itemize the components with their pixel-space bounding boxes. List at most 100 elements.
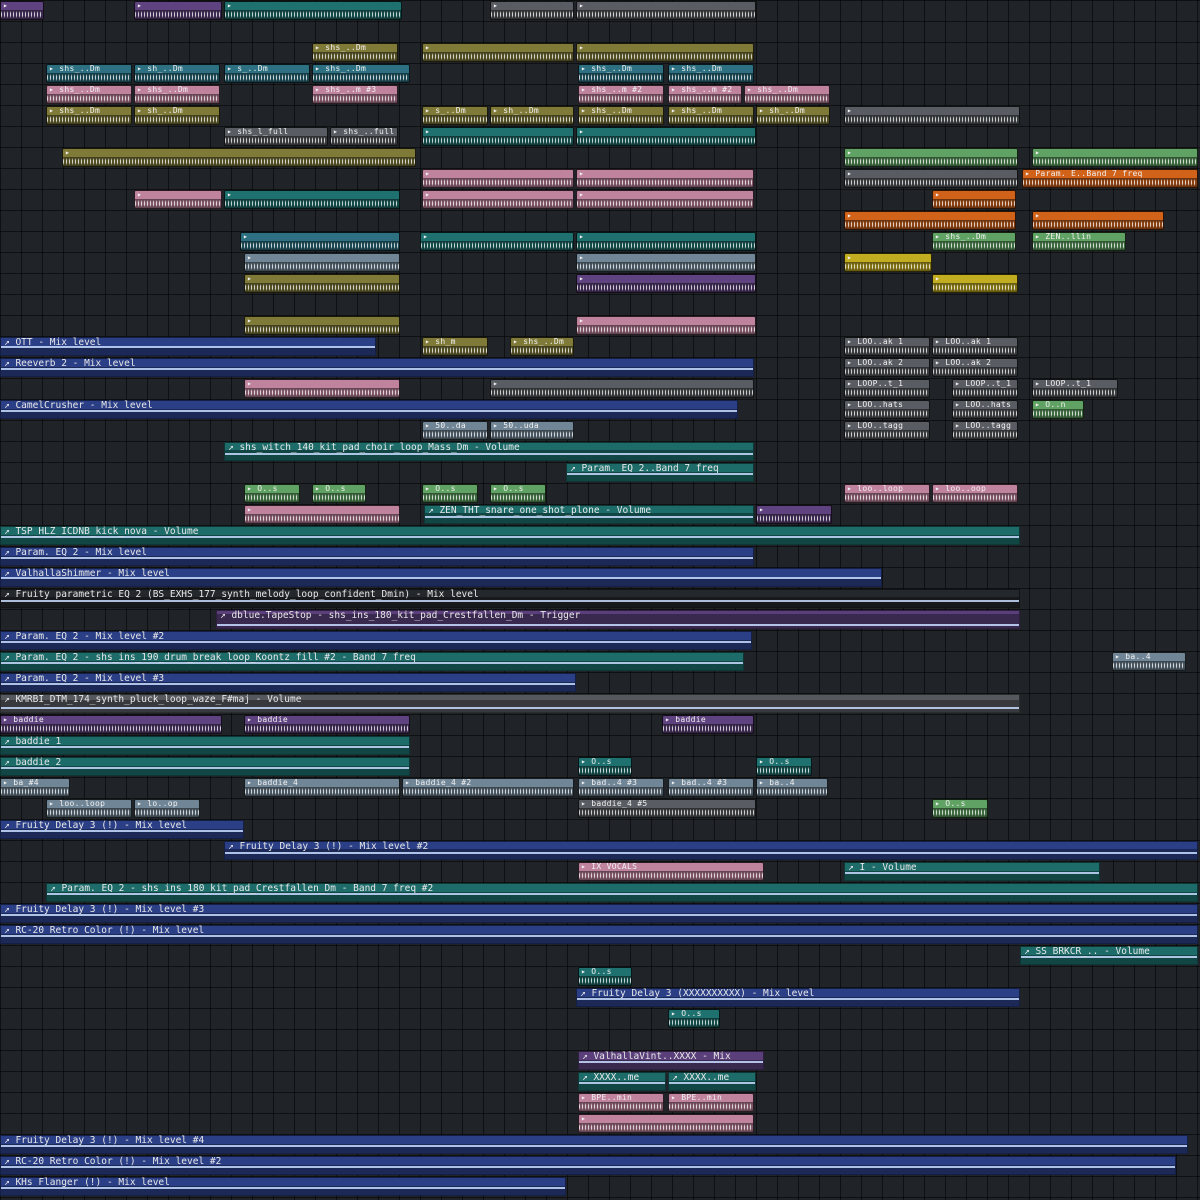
automation-clip[interactable]: ↗ Param. EQ 2 - Mix level: [0, 547, 754, 566]
audio-clip[interactable]: ▸ sh_m: [422, 337, 488, 356]
audio-clip[interactable]: ▸ O..s: [244, 484, 300, 503]
audio-clip[interactable]: ▸ LOO..tagg: [952, 421, 1018, 440]
audio-clip[interactable]: ▸ LOO..ak 1: [844, 337, 930, 356]
audio-clip[interactable]: ▸: [490, 379, 754, 398]
audio-clip[interactable]: ▸: [244, 316, 400, 335]
audio-clip[interactable]: ▸ ba..4: [1112, 652, 1186, 671]
audio-clip[interactable]: ▸: [422, 127, 574, 146]
automation-clip[interactable]: ↗ Param. EQ 2..Band 7 freq: [566, 463, 754, 482]
automation-clip[interactable]: ↗ Fruity Delay 3 (!) - Mix level #2: [224, 841, 1198, 860]
audio-clip[interactable]: ▸ LOOP..t_1: [844, 379, 930, 398]
automation-clip[interactable]: ↗ OTT - Mix level: [0, 337, 376, 356]
automation-clip[interactable]: ↗ baddie_2: [0, 757, 410, 776]
audio-clip[interactable]: ▸ shs_..m #2: [668, 85, 742, 104]
audio-clip[interactable]: ▸ lo..op: [134, 799, 200, 818]
audio-clip[interactable]: ▸: [422, 169, 574, 188]
automation-clip[interactable]: ↗ Param. EQ 2 - shs_ins_180_kit_pad_Cres…: [46, 883, 1198, 902]
audio-clip[interactable]: ▸: [844, 148, 1018, 167]
audio-clip[interactable]: ▸ 50..da: [422, 421, 488, 440]
audio-clip[interactable]: ▸ LOOP..t_1: [952, 379, 1018, 398]
automation-clip[interactable]: ↗ KHs Flanger (!) - Mix level: [0, 1177, 566, 1196]
audio-clip[interactable]: ▸ sh_..Dm: [134, 106, 220, 125]
audio-clip[interactable]: ▸ ba_#4: [0, 778, 70, 797]
audio-clip[interactable]: ▸ O..s: [490, 484, 546, 503]
automation-clip[interactable]: ↗ Fruity Delay 3 (!) - Mix level #3: [0, 904, 1198, 923]
audio-clip[interactable]: ▸ O..s: [578, 757, 632, 776]
automation-clip[interactable]: ↗ Param. EQ 2 - Mix level #3: [0, 673, 576, 692]
automation-clip[interactable]: ↗ dblue.TapeStop - shs_ins_180_kit_pad_C…: [216, 610, 1020, 629]
audio-clip[interactable]: ▸: [576, 232, 756, 251]
audio-clip[interactable]: ▸ shs_..Dm: [744, 85, 830, 104]
automation-clip[interactable]: ↗ XXXX..me: [668, 1072, 756, 1091]
audio-clip[interactable]: ▸ sh_..Dm: [490, 106, 574, 125]
audio-clip[interactable]: ▸ baddie_4 #5: [578, 799, 756, 818]
audio-clip[interactable]: ▸ LOO..ak 1: [932, 337, 1018, 356]
automation-clip[interactable]: ↗ ValhallaShimmer - Mix level: [0, 568, 882, 587]
automation-clip[interactable]: ↗ Param. EQ 2 - shs_ins_190_drum_break_l…: [0, 652, 744, 671]
audio-clip[interactable]: ▸: [576, 127, 756, 146]
audio-clip[interactable]: ▸ LOO..tagg: [844, 421, 930, 440]
audio-clip[interactable]: ▸: [1032, 211, 1164, 230]
automation-clip[interactable]: ↗ RC-20 Retro Color (!) - Mix level #2: [0, 1156, 1176, 1175]
audio-clip[interactable]: ▸ O..s: [668, 1009, 720, 1028]
audio-clip[interactable]: ▸: [576, 274, 756, 293]
audio-clip[interactable]: ▸: [1032, 148, 1198, 167]
audio-clip[interactable]: ▸ loo..loop: [46, 799, 132, 818]
audio-clip[interactable]: ▸ BPE..min: [578, 1093, 664, 1112]
audio-clip[interactable]: ▸: [844, 253, 932, 272]
audio-clip[interactable]: ▸ shs_..Dm: [46, 106, 132, 125]
automation-clip[interactable]: ↗ baddie_1: [0, 736, 410, 755]
audio-clip[interactable]: ▸ BPE..min: [668, 1093, 754, 1112]
audio-clip[interactable]: ▸ LOOP..t_1: [1032, 379, 1118, 398]
audio-clip[interactable]: ▸ shs_..Dm: [668, 106, 754, 125]
audio-clip[interactable]: ▸: [932, 190, 1016, 209]
audio-clip[interactable]: ▸: [244, 505, 400, 524]
audio-clip[interactable]: ▸: [576, 190, 754, 209]
audio-clip[interactable]: ▸ O..s: [422, 484, 478, 503]
audio-clip[interactable]: ▸: [134, 190, 222, 209]
audio-clip[interactable]: ▸ shs_..Dm: [312, 43, 398, 62]
audio-clip[interactable]: ▸: [62, 148, 416, 167]
audio-clip[interactable]: ▸ shs_..m #3: [312, 85, 398, 104]
audio-clip[interactable]: ▸: [576, 1, 756, 20]
audio-clip[interactable]: ▸ bad..4 #3: [668, 778, 754, 797]
audio-clip[interactable]: ▸ O..n: [1032, 400, 1084, 419]
audio-clip[interactable]: ▸: [244, 379, 400, 398]
audio-clip[interactable]: ▸ sh_..Dm: [134, 64, 220, 83]
audio-clip[interactable]: ▸: [932, 274, 1018, 293]
automation-clip[interactable]: ↗ Reeverb 2 - Mix level: [0, 358, 754, 377]
audio-clip[interactable]: ▸ baddie_4 #2: [402, 778, 574, 797]
audio-clip[interactable]: ▸ O..s: [312, 484, 366, 503]
audio-clip[interactable]: ▸ bad..4 #3: [578, 778, 664, 797]
audio-clip[interactable]: ▸ O..s: [578, 967, 632, 986]
automation-clip[interactable]: ↗ I - Volume: [844, 862, 1100, 881]
audio-clip[interactable]: ▸: [134, 1, 222, 20]
audio-clip[interactable]: ▸: [844, 169, 1018, 188]
audio-clip[interactable]: ▸: [0, 1, 44, 20]
audio-clip[interactable]: ▸: [578, 1114, 754, 1133]
automation-clip[interactable]: ↗ ZEN_THT_snare_one_shot_plone - Volume: [424, 505, 754, 524]
audio-clip[interactable]: ▸ O..s: [756, 757, 812, 776]
audio-clip[interactable]: ▸ baddie_4: [244, 778, 400, 797]
audio-clip[interactable]: ▸: [224, 190, 400, 209]
audio-clip[interactable]: ▸: [576, 169, 754, 188]
audio-clip[interactable]: ▸ s_..Dm: [422, 106, 488, 125]
audio-clip[interactable]: ▸ baddie: [662, 715, 754, 734]
audio-clip[interactable]: ▸ LOO..hats: [952, 400, 1018, 419]
automation-clip[interactable]: ↗ RC-20 Retro Color (!) - Mix level: [0, 925, 1198, 944]
audio-clip[interactable]: ▸ shs_..Dm: [668, 64, 754, 83]
automation-clip[interactable]: ↗ ValhallaVint..XXXX - Mix: [578, 1051, 764, 1070]
automation-clip[interactable]: ↗ shs_witch_140_kit_pad_choir_loop_Mass_…: [224, 442, 754, 461]
audio-clip[interactable]: ▸ shs_..Dm: [932, 232, 1016, 251]
audio-clip[interactable]: ▸ loo..oop: [932, 484, 1018, 503]
audio-clip[interactable]: ▸: [240, 232, 400, 251]
audio-clip[interactable]: ▸ 50..uda: [490, 421, 574, 440]
audio-clip[interactable]: ▸: [844, 211, 1016, 230]
audio-clip[interactable]: ▸: [244, 274, 400, 293]
audio-clip[interactable]: ▸ baddie: [244, 715, 410, 734]
automation-clip[interactable]: ↗ Fruity parametric EQ 2 (BS_EXHS_177_sy…: [0, 589, 1020, 608]
automation-clip[interactable]: ↗ Fruity Delay 3 (XXXXXXXXXX) - Mix leve…: [576, 988, 1020, 1007]
automation-clip[interactable]: ↗ Fruity Delay 3 (!) - Mix level: [0, 820, 244, 839]
audio-clip[interactable]: ▸ s_..Dm: [224, 64, 310, 83]
audio-clip[interactable]: ▸ shs_..Dm: [510, 337, 574, 356]
